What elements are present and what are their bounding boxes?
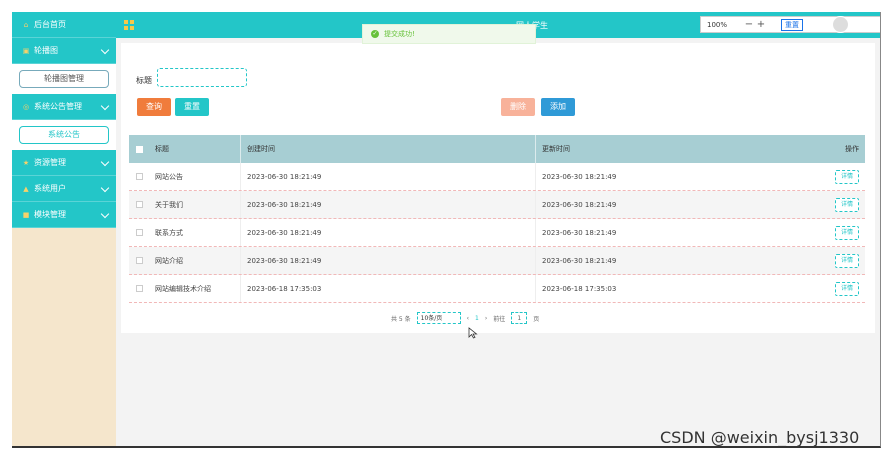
zoom-in-button[interactable]: + [755, 19, 767, 30]
sidebar-subitem-label: 系统公告 [19, 126, 109, 144]
cell-created: 2023-06-18 17:35:03 [241, 275, 536, 302]
sidebar-item-resources[interactable]: ★ 资源管理 [12, 150, 116, 176]
menu-toggle-icon[interactable] [124, 20, 134, 30]
query-button[interactable]: 查询 [137, 98, 171, 116]
page-size-select[interactable]: 10条/页 [416, 312, 461, 324]
cell-created: 2023-06-30 18:21:49 [241, 219, 536, 246]
cell-title: 网站编辑技术介绍 [149, 275, 241, 302]
column-header-updated: 更新时间 [542, 145, 570, 153]
page-number-current[interactable]: 1 [475, 315, 479, 322]
prev-page-button[interactable]: ‹ [467, 315, 469, 322]
app-frame: ⌂ 后台首页 ▣ 轮播图 轮播图管理 ◎ 系统公告管理 系统公告 ★ 资源管理 … [12, 12, 881, 448]
pager-total: 共 5 条 [391, 315, 411, 323]
cell-title: 关于我们 [149, 191, 241, 218]
cell-created: 2023-06-30 18:21:49 [241, 163, 536, 190]
detail-button[interactable]: 详情 [835, 197, 859, 212]
success-toast: ✓ 提交成功! [362, 24, 536, 44]
next-page-button[interactable]: › [485, 315, 487, 322]
sidebar-item-label: 轮播图 [34, 46, 58, 55]
zoom-level: 100% [707, 20, 728, 29]
zoom-out-button[interactable]: − [743, 19, 755, 30]
cell-updated: 2023-06-30 18:21:49 [542, 172, 617, 181]
row-checkbox[interactable] [135, 201, 143, 208]
sidebar-subitem-notice[interactable]: 系统公告 [12, 120, 116, 150]
cell-created: 2023-06-30 18:21:49 [241, 247, 536, 274]
table-row: 网站介绍 2023-06-30 18:21:49 2023-06-30 18:21:… [129, 247, 865, 275]
chevron-down-icon [100, 157, 110, 167]
goto-suffix: 页 [533, 315, 540, 323]
home-icon: ⌂ [23, 20, 29, 29]
title-filter-label: 标题 [136, 76, 152, 85]
sidebar-item-label: 系统公告管理 [34, 102, 82, 111]
table-header: 标题 创建时间 更新时间 操作 [129, 135, 865, 163]
zoom-reset-button[interactable]: 重置 [781, 18, 803, 31]
sidebar-item-label: 系统用户 [34, 184, 66, 193]
row-checkbox[interactable] [135, 229, 143, 236]
cell-created: 2023-06-30 18:21:49 [241, 191, 536, 218]
table-row: 关于我们 2023-06-30 18:21:49 2023-06-30 18:21:… [129, 191, 865, 219]
sidebar-item-carousel[interactable]: ▣ 轮播图 [12, 38, 116, 64]
column-header-action: 操作 [845, 145, 859, 153]
row-checkbox[interactable] [135, 257, 143, 264]
row-checkbox[interactable] [135, 285, 143, 292]
sidebar-item-modules[interactable]: ■ 模块管理 [12, 202, 116, 228]
row-checkbox[interactable] [135, 173, 143, 180]
cell-updated: 2023-06-30 18:21:49 [542, 256, 617, 265]
pagination: 共 5 条 10条/页 ‹ 1 › 前往 1 页 [391, 312, 539, 324]
sidebar-item-notice-manage[interactable]: ◎ 系统公告管理 [12, 94, 116, 120]
select-all-checkbox[interactable] [135, 145, 143, 153]
check-circle-icon: ✓ [371, 30, 379, 38]
chevron-down-icon [100, 45, 110, 55]
chevron-down-icon [100, 101, 110, 111]
mouse-cursor-icon [468, 327, 478, 339]
delete-button[interactable]: 删除 [501, 98, 535, 116]
table-row: 联系方式 2023-06-30 18:21:49 2023-06-30 18:21:… [129, 219, 865, 247]
bell-icon: ◎ [22, 102, 30, 111]
notice-table: 标题 创建时间 更新时间 操作 网站公告 2023-06-30 18:21:49 2… [129, 135, 865, 303]
sidebar-item-label: 资源管理 [34, 158, 66, 167]
sidebar-subitem-carousel-manage[interactable]: 轮播图管理 [12, 64, 116, 94]
sidebar-item-users[interactable]: ▲ 系统用户 [12, 176, 116, 202]
sidebar-item-label: 后台首页 [34, 20, 66, 29]
cell-title: 联系方式 [149, 219, 241, 246]
sidebar-item-label: 模块管理 [34, 210, 66, 219]
add-button[interactable]: 添加 [541, 98, 575, 116]
goto-page-input[interactable]: 1 [511, 312, 528, 324]
star-icon: ★ [22, 158, 30, 167]
user-icon: ▲ [23, 184, 29, 193]
chevron-down-icon [100, 209, 110, 219]
reset-button[interactable]: 重置 [175, 98, 209, 116]
column-header-created: 创建时间 [241, 135, 536, 163]
table-row: 网站公告 2023-06-30 18:21:49 2023-06-30 18:21:… [129, 163, 865, 191]
cell-title: 网站公告 [149, 163, 241, 190]
watermark: CSDN @weixin_bysj1330 [660, 428, 860, 447]
image-icon: ▣ [22, 46, 30, 55]
cell-updated: 2023-06-30 18:21:49 [542, 200, 617, 209]
cell-updated: 2023-06-18 17:35:03 [542, 284, 617, 293]
column-header-title: 标题 [149, 135, 241, 163]
cell-title: 网站介绍 [149, 247, 241, 274]
cell-updated: 2023-06-30 18:21:49 [542, 228, 617, 237]
notice-panel: 标题 查询 重置 删除 添加 标题 创建时间 更新时间 操作 网站公告 2023-… [121, 43, 875, 339]
chevron-down-icon [100, 183, 110, 193]
goto-label: 前往 [493, 315, 506, 323]
sidebar: ⌂ 后台首页 ▣ 轮播图 轮播图管理 ◎ 系统公告管理 系统公告 ★ 资源管理 … [12, 12, 116, 446]
grid-icon: ■ [22, 210, 30, 219]
avatar[interactable] [832, 16, 849, 33]
detail-button[interactable]: 详情 [835, 225, 859, 240]
detail-button[interactable]: 详情 [835, 253, 859, 268]
detail-button[interactable]: 详情 [835, 281, 859, 296]
title-filter-input[interactable] [157, 68, 247, 87]
sidebar-subitem-label: 轮播图管理 [19, 70, 109, 88]
username[interactable]: admin [853, 22, 872, 29]
toast-text: 提交成功! [384, 30, 415, 38]
table-row: 网站编辑技术介绍 2023-06-18 17:35:03 2023-06-18 17… [129, 275, 865, 303]
detail-button[interactable]: 详情 [835, 169, 859, 184]
sidebar-item-home[interactable]: ⌂ 后台首页 [12, 12, 116, 38]
main-content: 标题 查询 重置 删除 添加 标题 创建时间 更新时间 操作 网站公告 2023-… [116, 38, 880, 446]
